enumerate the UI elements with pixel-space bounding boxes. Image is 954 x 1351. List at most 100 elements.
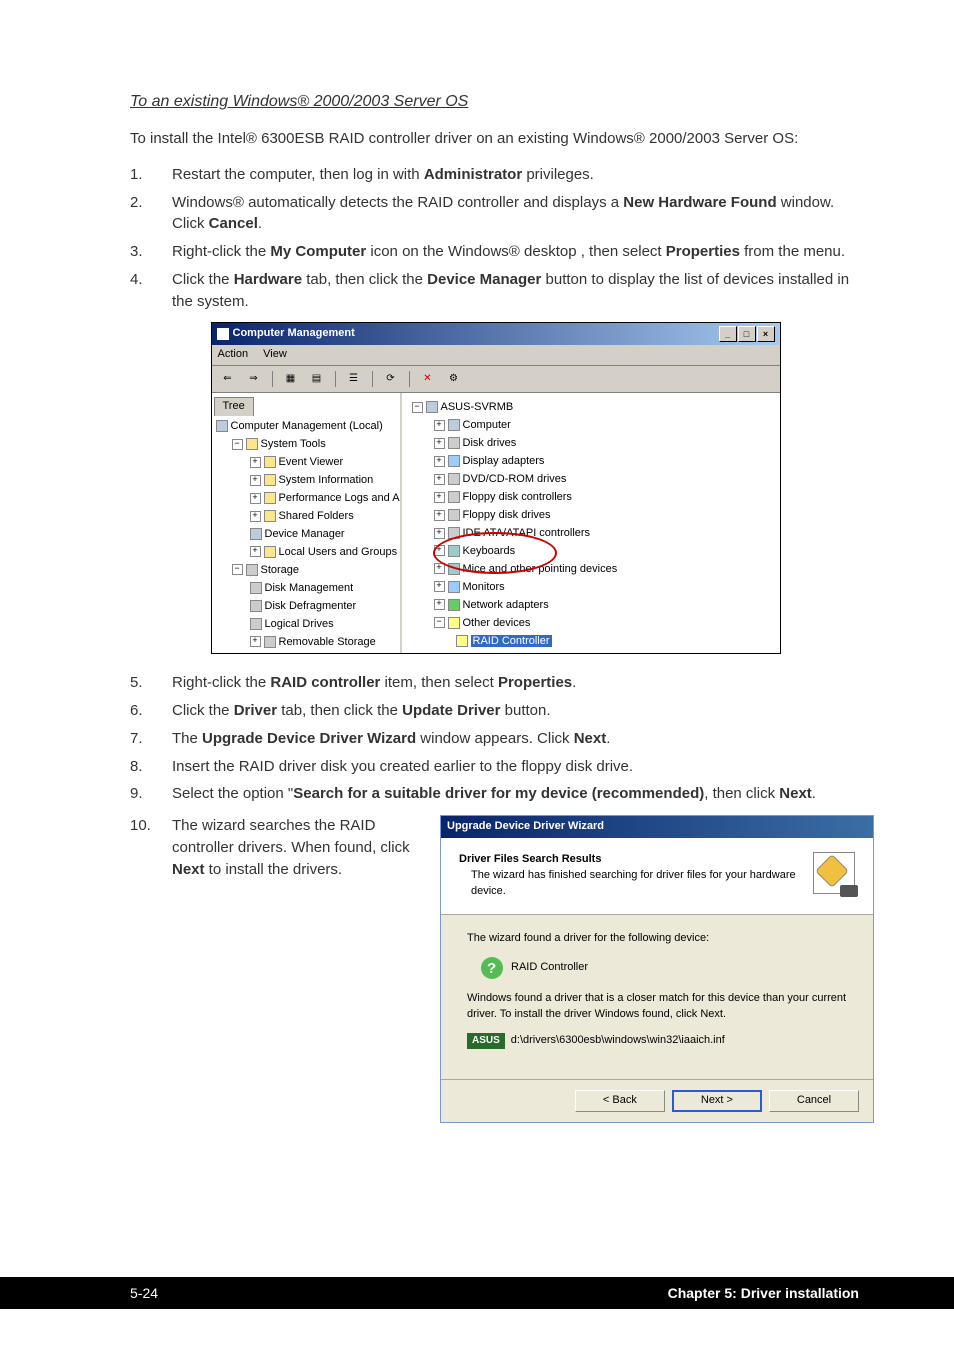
toolbar-scan-icon[interactable]: ⚙ bbox=[444, 369, 464, 389]
expand-icon[interactable]: − bbox=[434, 617, 445, 628]
device-node[interactable]: +DVD/CD-ROM drives bbox=[404, 471, 778, 489]
step-body: Click the Hardware tab, then click the D… bbox=[172, 269, 859, 313]
device-node[interactable]: +Monitors bbox=[404, 579, 778, 597]
step-item: 4.Click the Hardware tab, then click the… bbox=[130, 269, 859, 313]
device-node[interactable]: +Ports (COM & LPT) bbox=[404, 651, 778, 654]
tree-label: Disk Management bbox=[265, 582, 354, 594]
menu-view[interactable]: View bbox=[263, 348, 287, 360]
expand-icon[interactable]: + bbox=[434, 492, 445, 503]
step-body: Insert the RAID driver disk you created … bbox=[172, 756, 859, 778]
steps-ordered-list-a: 1.Restart the computer, then log in with… bbox=[130, 164, 859, 313]
tree-node[interactable]: +Performance Logs and Alerts bbox=[214, 490, 398, 508]
tree-node[interactable]: Logical Drives bbox=[214, 616, 398, 634]
expand-icon[interactable]: + bbox=[250, 546, 261, 557]
device-node[interactable]: +Keyboards bbox=[404, 543, 778, 561]
tree-node[interactable]: + Shared Folders bbox=[214, 508, 398, 526]
tree-node[interactable]: Computer Management (Local) bbox=[214, 418, 398, 436]
expand-icon[interactable]: + bbox=[434, 599, 445, 610]
device-node-selected[interactable]: RAID Controller bbox=[404, 633, 778, 651]
step-item: 8.Insert the RAID driver disk you create… bbox=[130, 756, 859, 778]
device-icon bbox=[448, 617, 460, 629]
tree-node[interactable]: +System Information bbox=[214, 472, 398, 490]
device-node[interactable]: +Floppy disk controllers bbox=[404, 489, 778, 507]
tree-node[interactable]: Device Manager bbox=[214, 526, 398, 544]
device-icon bbox=[456, 635, 468, 647]
wizard-found-label: The wizard found a driver for the follow… bbox=[467, 931, 847, 947]
tree-node[interactable]: Disk Defragmenter bbox=[214, 598, 398, 616]
toolbar-list-icon[interactable]: ▤ bbox=[307, 369, 327, 389]
menubar[interactable]: Action View bbox=[212, 345, 780, 366]
expand-icon[interactable]: + bbox=[250, 511, 261, 522]
device-node[interactable]: + Computer bbox=[404, 417, 778, 435]
expand-icon[interactable]: + bbox=[434, 581, 445, 592]
menu-action[interactable]: Action bbox=[218, 348, 249, 360]
step-item: 1.Restart the computer, then log in with… bbox=[130, 164, 859, 186]
unknown-device-icon bbox=[481, 957, 503, 979]
device-label: Computer bbox=[463, 419, 511, 431]
expand-icon[interactable]: + bbox=[434, 420, 445, 431]
wizard-device-name: RAID Controller bbox=[511, 960, 588, 976]
next-button[interactable]: Next > bbox=[672, 1090, 762, 1112]
device-icon bbox=[448, 599, 460, 611]
device-node[interactable]: +Floppy disk drives bbox=[404, 507, 778, 525]
expand-icon[interactable]: + bbox=[434, 438, 445, 449]
step-number: 3. bbox=[130, 241, 172, 263]
tree-tab[interactable]: Tree bbox=[214, 397, 254, 416]
expand-icon[interactable]: + bbox=[250, 475, 261, 486]
expand-icon[interactable]: + bbox=[434, 510, 445, 521]
tree-label: Performance Logs and Alerts bbox=[279, 492, 402, 504]
device-tree-pane[interactable]: −ASUS-SVRMB +Computer+Disk drives+Displa… bbox=[402, 393, 780, 653]
toolbar-x-icon[interactable]: ✕ bbox=[418, 369, 438, 389]
toolbar-props-icon[interactable]: ☰ bbox=[344, 369, 364, 389]
device-node[interactable]: −Other devices bbox=[404, 615, 778, 633]
device-node[interactable]: +Disk drives bbox=[404, 435, 778, 453]
expand-icon[interactable]: + bbox=[250, 636, 261, 647]
toolbar-fwd-icon[interactable]: ⇒ bbox=[244, 369, 264, 389]
expand-icon[interactable]: + bbox=[434, 456, 445, 467]
tree-icon bbox=[264, 456, 276, 468]
expand-icon[interactable]: + bbox=[434, 563, 445, 574]
step-item: 9.Select the option "Search for a suitab… bbox=[130, 783, 859, 805]
device-node[interactable]: + Display adapters bbox=[404, 453, 778, 471]
expand-icon[interactable]: + bbox=[434, 528, 445, 539]
device-node[interactable]: +Mice and other pointing devices bbox=[404, 561, 778, 579]
expand-icon[interactable]: + bbox=[250, 493, 261, 504]
left-tree-pane[interactable]: Tree Computer Management (Local)−System … bbox=[212, 393, 402, 653]
device-node[interactable]: + Network adapters bbox=[404, 597, 778, 615]
close-button[interactable]: × bbox=[757, 326, 775, 342]
expand-icon[interactable]: − bbox=[232, 564, 243, 575]
wizard-driver-path: ASUS d:\drivers\6300esb\windows\win32\ia… bbox=[467, 1033, 847, 1050]
device-tree-root[interactable]: −ASUS-SVRMB bbox=[404, 399, 778, 417]
expand-icon[interactable]: − bbox=[232, 439, 243, 450]
toolbar-refresh-icon[interactable]: ⟳ bbox=[381, 369, 401, 389]
expand-icon[interactable]: + bbox=[434, 545, 445, 556]
maximize-button[interactable]: □ bbox=[738, 326, 756, 342]
tree-label: Shared Folders bbox=[279, 510, 354, 522]
tree-icon bbox=[264, 474, 276, 486]
tree-node[interactable]: +Removable Storage bbox=[214, 634, 398, 652]
minimize-button[interactable]: _ bbox=[719, 326, 737, 342]
device-label: Display adapters bbox=[463, 455, 545, 467]
tree-node[interactable]: +Services and Applications bbox=[214, 652, 398, 654]
step-body: Right-click the RAID controller item, th… bbox=[172, 672, 859, 694]
tree-label: Storage bbox=[261, 564, 300, 576]
device-label: Network adapters bbox=[463, 599, 549, 611]
toolbar: ⇐ ⇒ ▦ ▤ ☰ ⟳ ✕ ⚙ bbox=[212, 366, 780, 393]
intro-paragraph: To install the Intel® 6300ESB RAID contr… bbox=[130, 128, 859, 150]
tree-node[interactable]: +Local Users and Groups bbox=[214, 544, 398, 562]
step-number: 2. bbox=[130, 192, 172, 236]
wizard-button-row: < Back Next > Cancel bbox=[441, 1079, 873, 1122]
tree-node[interactable]: +Event Viewer bbox=[214, 454, 398, 472]
device-node[interactable]: +IDE ATA/ATAPI controllers bbox=[404, 525, 778, 543]
tree-node[interactable]: − Storage bbox=[214, 562, 398, 580]
cancel-button[interactable]: Cancel bbox=[769, 1090, 859, 1112]
toolbar-up-icon[interactable]: ▦ bbox=[281, 369, 301, 389]
toolbar-back-icon[interactable]: ⇐ bbox=[218, 369, 238, 389]
expand-icon[interactable]: + bbox=[434, 474, 445, 485]
expand-icon[interactable]: + bbox=[250, 457, 261, 468]
tree-node[interactable]: Disk Management bbox=[214, 580, 398, 598]
step-item: 5.Right-click the RAID controller item, … bbox=[130, 672, 859, 694]
wizard-path-text: d:\drivers\6300esb\windows\win32\iaaich.… bbox=[511, 1033, 725, 1049]
tree-node[interactable]: −System Tools bbox=[214, 436, 398, 454]
back-button[interactable]: < Back bbox=[575, 1090, 665, 1112]
